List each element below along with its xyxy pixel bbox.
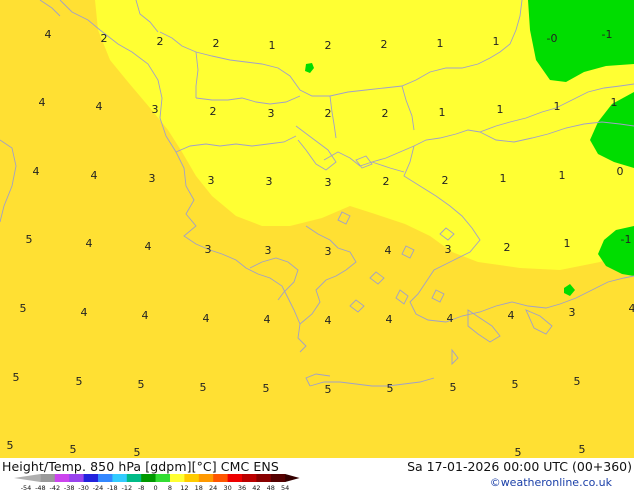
temperature-value: 5 bbox=[263, 382, 270, 395]
temperature-value: 4 bbox=[203, 312, 210, 325]
temperature-value: 5 bbox=[450, 381, 457, 394]
temperature-value: 5 bbox=[7, 439, 14, 452]
temperature-value: 1 bbox=[493, 35, 500, 48]
temperature-value: 5 bbox=[138, 378, 145, 391]
color-scale-legend: -54-48-42-38-30-24-18-12-808121824303642… bbox=[14, 473, 304, 491]
temperature-value: 5 bbox=[579, 443, 586, 456]
temperature-value: -0 bbox=[547, 32, 558, 45]
legend-swatch bbox=[184, 474, 199, 482]
temperature-value: 3 bbox=[205, 243, 212, 256]
map-title: Height/Temp. 850 hPa [gdpm][°C] CMC ENS bbox=[2, 459, 279, 474]
temperature-value: 4 bbox=[386, 313, 393, 326]
temperature-value: 4 bbox=[385, 244, 392, 257]
legend-swatch bbox=[112, 474, 127, 482]
legend-swatch bbox=[156, 474, 171, 482]
temperature-value: 2 bbox=[383, 175, 390, 188]
legend-swatch bbox=[228, 474, 243, 482]
temperature-value: 5 bbox=[200, 381, 207, 394]
temperature-value: 3 bbox=[569, 306, 576, 319]
legend-swatch bbox=[256, 474, 271, 482]
temperature-value: 5 bbox=[20, 302, 27, 315]
temperature-value: -1 bbox=[602, 28, 613, 41]
temperature-value: 0 bbox=[617, 165, 624, 178]
temperature-value: 3 bbox=[149, 172, 156, 185]
temperature-value: 4 bbox=[145, 240, 152, 253]
source-credit[interactable]: ©weatheronline.co.uk bbox=[490, 476, 612, 489]
temperature-value: 1 bbox=[437, 37, 444, 50]
temperature-value: 2 bbox=[381, 38, 388, 51]
temperature-value: 2 bbox=[382, 107, 389, 120]
temperature-value: 3 bbox=[152, 103, 159, 116]
temperature-value: 4 bbox=[447, 312, 454, 325]
temperature-value: 1 bbox=[611, 96, 618, 109]
temperature-value: 2 bbox=[213, 37, 220, 50]
temperature-value: 5 bbox=[515, 446, 522, 458]
legend-swatch bbox=[242, 474, 257, 482]
temperature-value: 2 bbox=[442, 174, 449, 187]
temperature-value: 3 bbox=[325, 245, 332, 258]
legend-swatch bbox=[40, 474, 55, 482]
temperature-value: 3 bbox=[208, 174, 215, 187]
legend-swatch bbox=[69, 474, 84, 482]
temperature-value: 1 bbox=[564, 237, 571, 250]
temperature-value: 4 bbox=[45, 28, 52, 41]
temperature-value: 3 bbox=[266, 175, 273, 188]
temperature-value: 1 bbox=[497, 103, 504, 116]
temperature-value: 5 bbox=[76, 375, 83, 388]
temperature-value: 5 bbox=[387, 382, 394, 395]
temperature-value: 4 bbox=[91, 169, 98, 182]
temperature-value: 1 bbox=[500, 172, 507, 185]
forecast-datetime: Sa 17-01-2026 00:00 UTC (00+360) bbox=[407, 459, 632, 474]
temperature-value: 1 bbox=[269, 39, 276, 52]
temperature-value: 3 bbox=[445, 243, 452, 256]
temperature-value: 2 bbox=[101, 32, 108, 45]
legend-swatch bbox=[55, 474, 70, 482]
temperature-value: 4 bbox=[629, 302, 634, 315]
legend-swatch bbox=[271, 474, 286, 482]
temperature-value: 2 bbox=[504, 241, 511, 254]
map-footer: Height/Temp. 850 hPa [gdpm][°C] CMC ENS … bbox=[0, 458, 634, 490]
legend-swatch bbox=[199, 474, 214, 482]
temperature-value: 2 bbox=[210, 105, 217, 118]
legend-swatch bbox=[213, 474, 228, 482]
legend-swatch bbox=[141, 474, 156, 482]
legend-swatch bbox=[127, 474, 142, 482]
temperature-value: 5 bbox=[134, 446, 141, 458]
legend-swatch bbox=[98, 474, 113, 482]
temperature-value: 5 bbox=[574, 375, 581, 388]
temperature-value: 5 bbox=[70, 443, 77, 456]
temperature-value: 2 bbox=[325, 107, 332, 120]
legend-swatch bbox=[14, 474, 40, 482]
temperature-value: 1 bbox=[439, 106, 446, 119]
temperature-value: 4 bbox=[39, 96, 46, 109]
legend-swatch bbox=[285, 474, 299, 482]
temperature-value: 5 bbox=[325, 383, 332, 396]
temperature-value: 3 bbox=[325, 176, 332, 189]
temperature-value: 3 bbox=[265, 244, 272, 257]
legend-swatch bbox=[170, 474, 185, 482]
legend-swatch bbox=[84, 474, 99, 482]
temperature-value: 4 bbox=[142, 309, 149, 322]
temperature-value: 4 bbox=[508, 309, 515, 322]
temperature-value: 4 bbox=[81, 306, 88, 319]
legend-swatches bbox=[14, 474, 300, 482]
temperature-value: 4 bbox=[33, 165, 40, 178]
temperature-value: 1 bbox=[559, 169, 566, 182]
map-canvas: 4 2 2 2 1 2 2 1 1 -0 -1 4 4 3 2 3 2 2 1 1 1 1 4 4 3 3 3 3 2 2 1 1 0 5 4 4 3 3… bbox=[0, 0, 634, 458]
temperature-value: -1 bbox=[621, 233, 632, 246]
temperature-value: 5 bbox=[512, 378, 519, 391]
weather-map: 4 2 2 2 1 2 2 1 1 -0 -1 4 4 3 2 3 2 2 1 1 1 1 4 4 3 3 3 3 2 2 1 1 0 5 4 4 3 3… bbox=[0, 0, 634, 458]
temperature-value: 2 bbox=[157, 35, 164, 48]
temperature-value: 4 bbox=[264, 313, 271, 326]
temperature-value: 5 bbox=[26, 233, 33, 246]
temperature-value: 5 bbox=[13, 371, 20, 384]
temperature-value: 3 bbox=[268, 107, 275, 120]
temperature-value: 1 bbox=[554, 100, 561, 113]
temperature-value: 4 bbox=[96, 100, 103, 113]
temperature-value: 2 bbox=[325, 39, 332, 52]
temperature-value: 4 bbox=[86, 237, 93, 250]
temperature-value: 4 bbox=[325, 314, 332, 327]
